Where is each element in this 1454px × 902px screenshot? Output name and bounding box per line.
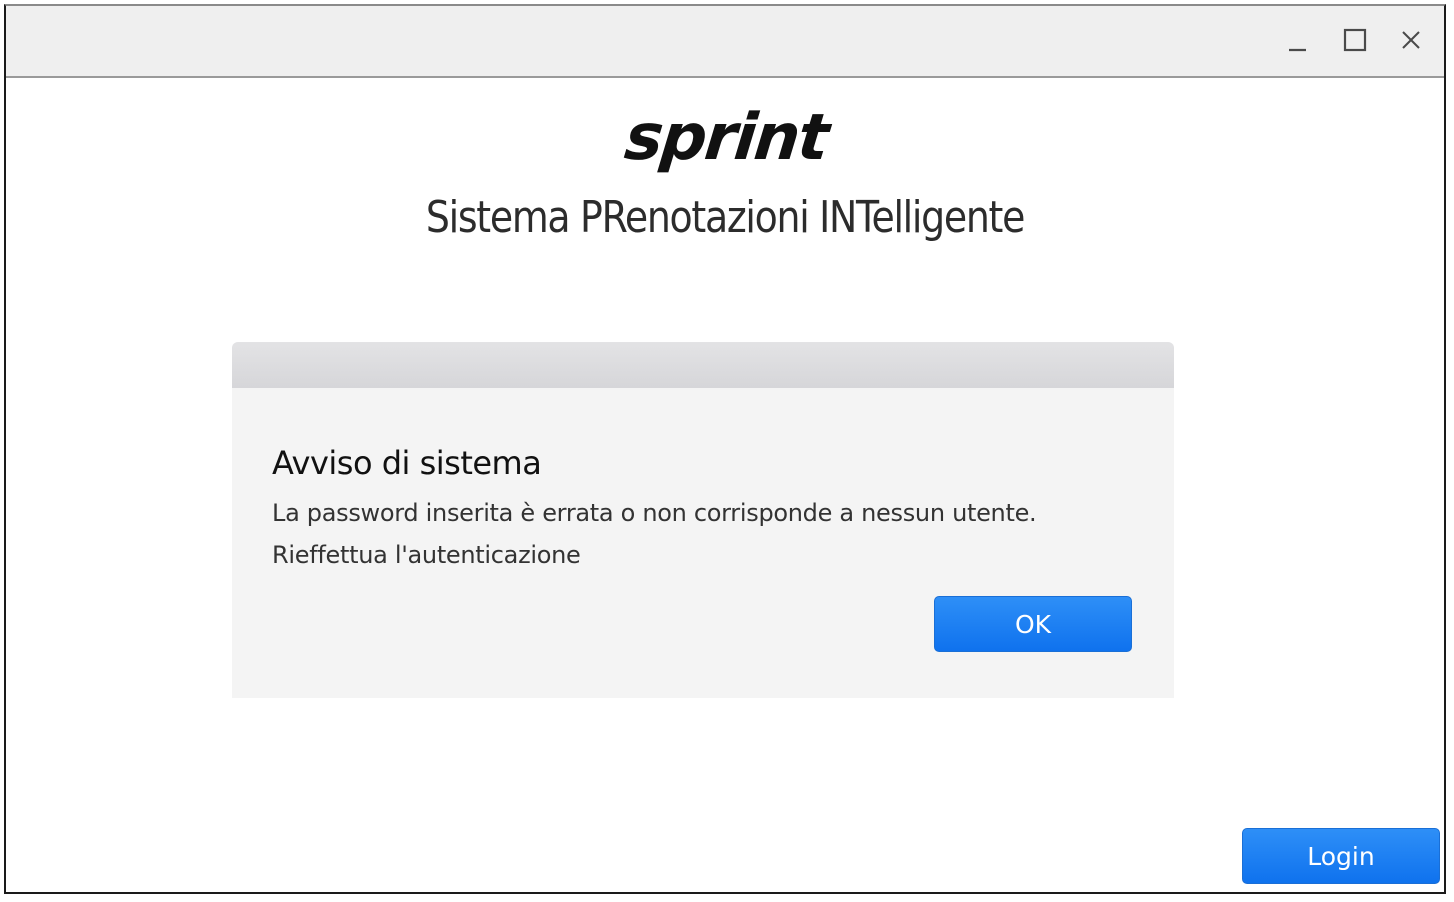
sprint-logo: sprint [596,98,856,184]
title-bar[interactable] [6,6,1444,78]
minimize-button[interactable] [1282,24,1316,58]
login-button[interactable]: Login [1242,828,1440,884]
dialog-message-line-1: La password inserita è errata o non corr… [272,499,1037,527]
logo-text: sprint [621,101,831,175]
app-title: Sistema PRenotazioni INTelligente [425,192,1025,243]
dialog-title: Avviso di sistema [272,444,542,482]
close-button[interactable] [1394,24,1428,58]
close-icon [1402,31,1420,49]
app-window: sprint Sistema PRenotazioni INTelligente… [4,4,1446,894]
ok-button[interactable]: OK [934,596,1132,652]
dialog-message: La password inserita è errata o non corr… [272,492,1132,576]
maximize-icon [1343,28,1367,52]
maximize-button[interactable] [1338,24,1372,58]
system-alert-dialog: Avviso di sistema La password inserita è… [232,342,1174,698]
minimize-icon [1289,48,1306,52]
dialog-header [232,342,1174,388]
dialog-message-line-2: Rieffettua l'autenticazione [272,541,581,569]
